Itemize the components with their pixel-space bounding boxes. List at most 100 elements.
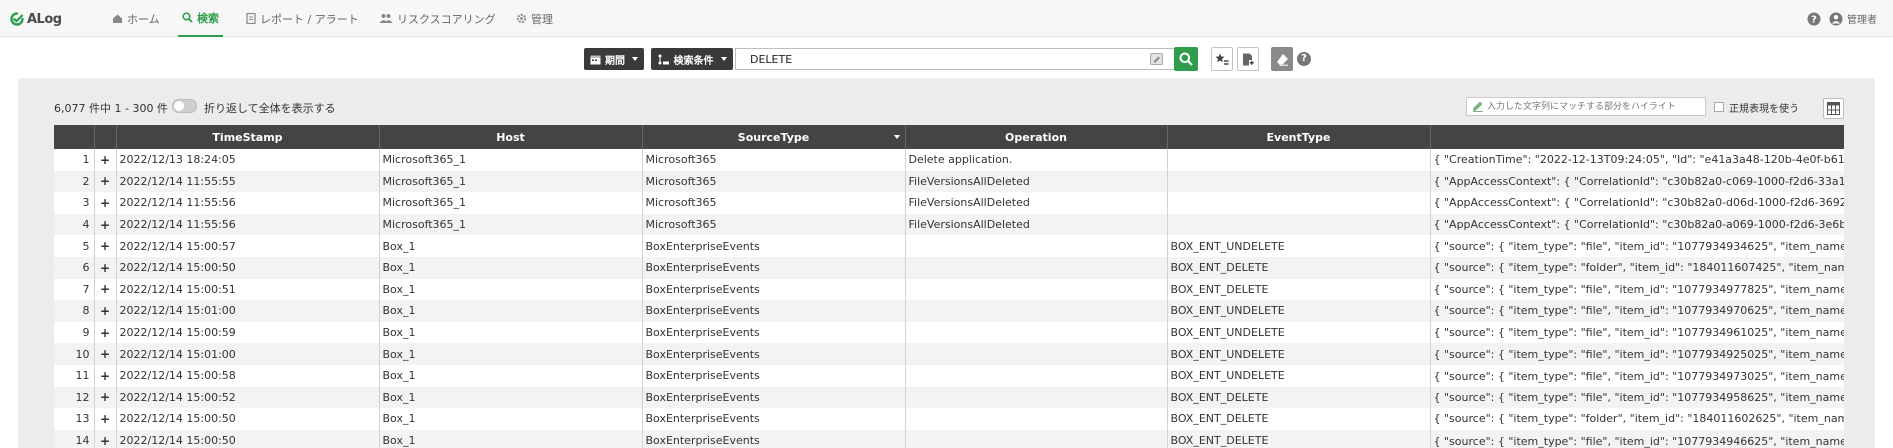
cell-sourcetype: Microsoft365 — [642, 170, 906, 193]
cell-operation — [905, 386, 1168, 409]
nav-reports-label: レポート / アラート — [260, 12, 359, 26]
expand-row-button[interactable]: + — [94, 343, 117, 365]
nav-home-label: ホーム — [127, 12, 160, 26]
nav-home[interactable]: ホーム — [108, 0, 164, 37]
table-row[interactable]: 5 +2022/12/14 15:00:57 Box_1 BoxEnterpriseE… — [54, 235, 1844, 257]
row-number: 9 — [54, 321, 95, 344]
table-row[interactable]: 2 +2022/12/14 11:55:55 Microsoft365_1 Micro… — [54, 170, 1844, 193]
search-submit-button[interactable] — [1174, 47, 1198, 71]
header-operation[interactable]: Operation — [905, 125, 1168, 149]
header-eventtype[interactable]: EventType — [1167, 125, 1431, 149]
cell-eventtype: BOX_ENT_UNDELETE — [1167, 321, 1431, 344]
expand-row-button[interactable]: + — [94, 429, 117, 448]
cell-eventtype: BOX_ENT_DELETE — [1167, 429, 1431, 448]
alog-logo-icon — [10, 12, 24, 26]
table-row[interactable]: 10 +2022/12/14 15:01:00 Box_1 BoxEnterprise… — [54, 343, 1844, 365]
row-number: 12 — [54, 386, 95, 409]
cell-host: Box_1 — [379, 300, 643, 322]
app-logo[interactable]: ALog — [10, 9, 62, 29]
nav-admin[interactable]: 管理 — [512, 0, 557, 37]
table-row[interactable]: 1 +2022/12/13 18:24:05 Microsoft365_1 Micro… — [54, 149, 1844, 171]
wrap-toggle[interactable] — [172, 99, 197, 113]
cell-host: Box_1 — [379, 321, 643, 344]
logo-text: ALog — [27, 11, 62, 27]
table-row[interactable]: 6 +2022/12/14 15:00:50 Box_1 BoxEnterpriseE… — [54, 256, 1844, 279]
header-host[interactable]: Host — [379, 125, 643, 149]
save-search-button[interactable] — [1237, 47, 1259, 71]
table-row[interactable]: 8 +2022/12/14 15:01:00 Box_1 BoxEnterpriseE… — [54, 300, 1844, 322]
cell-operation — [905, 300, 1168, 322]
save-doc-icon — [1242, 53, 1254, 65]
eraser-button[interactable] — [1271, 47, 1293, 71]
table-row[interactable]: 11 +2022/12/14 15:00:58 Box_1 BoxEnterprise… — [54, 364, 1844, 387]
saved-search-button[interactable] — [1211, 47, 1233, 71]
nav-reports[interactable]: レポート / アラート — [242, 0, 363, 37]
column-settings-button[interactable] — [1823, 98, 1844, 119]
help-icon[interactable]: ? — [1807, 12, 1821, 26]
header-sourcetype[interactable]: SourceType — [642, 125, 906, 149]
cell-sourcetype: Microsoft365 — [642, 149, 906, 171]
users-icon — [379, 14, 393, 23]
search-conditions-button[interactable]: 検索条件 — [651, 48, 733, 70]
regex-checkbox[interactable] — [1714, 102, 1724, 112]
table-row[interactable]: 12 +2022/12/14 15:00:52 Box_1 BoxEnterprise… — [54, 386, 1844, 409]
expand-row-button[interactable]: + — [94, 300, 117, 322]
star-list-icon — [1215, 53, 1229, 65]
header-timestamp[interactable]: TimeStamp — [116, 125, 380, 149]
expand-row-button[interactable]: + — [94, 149, 117, 171]
cell-eventtype — [1167, 170, 1431, 193]
expand-row-button[interactable]: + — [94, 235, 117, 257]
search-help-icon[interactable]: ? — [1297, 52, 1311, 66]
header-raw[interactable] — [1430, 125, 1844, 149]
table-row[interactable]: 9 +2022/12/14 15:00:59 Box_1 BoxEnterpriseE… — [54, 321, 1844, 344]
pen-icon — [1473, 101, 1483, 112]
cell-host: Box_1 — [379, 256, 643, 279]
table-row[interactable]: 3 +2022/12/14 11:55:56 Microsoft365_1 Micro… — [54, 192, 1844, 214]
period-button[interactable]: 期間 — [584, 48, 644, 70]
cell-raw: { "source": { "item_type": "file", "item… — [1430, 321, 1844, 344]
table-row[interactable]: 7 +2022/12/14 15:00:51 Box_1 BoxEnterpriseE… — [54, 278, 1844, 301]
cell-timestamp: 2022/12/14 15:00:57 — [116, 235, 380, 257]
table-row[interactable]: 14 +2022/12/14 15:00:50 Box_1 BoxEnterprise… — [54, 429, 1844, 448]
clear-input-icon[interactable] — [1150, 53, 1163, 65]
cell-timestamp: 2022/12/14 11:55:56 — [116, 213, 380, 236]
cell-eventtype: BOX_ENT_UNDELETE — [1167, 300, 1431, 322]
cell-eventtype: BOX_ENT_UNDELETE — [1167, 343, 1431, 365]
svg-text:?: ? — [1811, 14, 1817, 25]
table-columns-icon — [1827, 102, 1840, 115]
regex-label: 正規表現を使う — [1729, 104, 1799, 115]
eraser-icon — [1276, 53, 1288, 66]
cell-sourcetype: Microsoft365 — [642, 192, 906, 214]
row-number: 5 — [54, 235, 95, 257]
cell-operation: FileVersionsAllDeleted — [905, 170, 1168, 193]
toggle-knob — [174, 101, 184, 111]
header-sourcetype-label: SourceType — [737, 130, 810, 144]
top-nav-bar: ALog ホーム 検索 レポート / アラート リスクスコアリング 管理 ? 管… — [0, 0, 1893, 37]
expand-row-button[interactable]: + — [94, 256, 117, 279]
cell-sourcetype: BoxEnterpriseEvents — [642, 300, 906, 322]
cell-raw: { "AppAccessContext": { "CorrelationId":… — [1430, 213, 1844, 236]
nav-search[interactable]: 検索 — [178, 0, 223, 37]
top-right-controls: ? 管理者 — [1807, 0, 1877, 37]
highlight-input[interactable] — [1466, 97, 1706, 116]
expand-row-button[interactable]: + — [94, 321, 117, 344]
expand-row-button[interactable]: + — [94, 364, 117, 387]
expand-row-button[interactable]: + — [94, 213, 117, 236]
expand-row-button[interactable]: + — [94, 386, 117, 409]
nav-search-label: 検索 — [197, 11, 219, 25]
cell-raw: { "source": { "item_type": "file", "item… — [1430, 343, 1844, 365]
row-number: 3 — [54, 192, 95, 214]
user-menu[interactable]: 管理者 — [1829, 11, 1877, 26]
expand-row-button[interactable]: + — [94, 278, 117, 301]
table-row[interactable]: 13 +2022/12/14 15:00:50 Box_1 BoxEnterprise… — [54, 408, 1844, 430]
expand-row-button[interactable]: + — [94, 170, 117, 193]
sort-caret-icon[interactable] — [893, 135, 900, 139]
expand-row-button[interactable]: + — [94, 192, 117, 214]
expand-row-button[interactable]: + — [94, 408, 117, 430]
table-row[interactable]: 4 +2022/12/14 11:55:56 Microsoft365_1 Micro… — [54, 213, 1844, 236]
search-query-input[interactable] — [735, 48, 1174, 70]
row-number: 13 — [54, 408, 95, 430]
header-expand — [94, 125, 117, 149]
nav-risk-scoring[interactable]: リスクスコアリング — [375, 0, 500, 37]
row-number: 7 — [54, 278, 95, 301]
